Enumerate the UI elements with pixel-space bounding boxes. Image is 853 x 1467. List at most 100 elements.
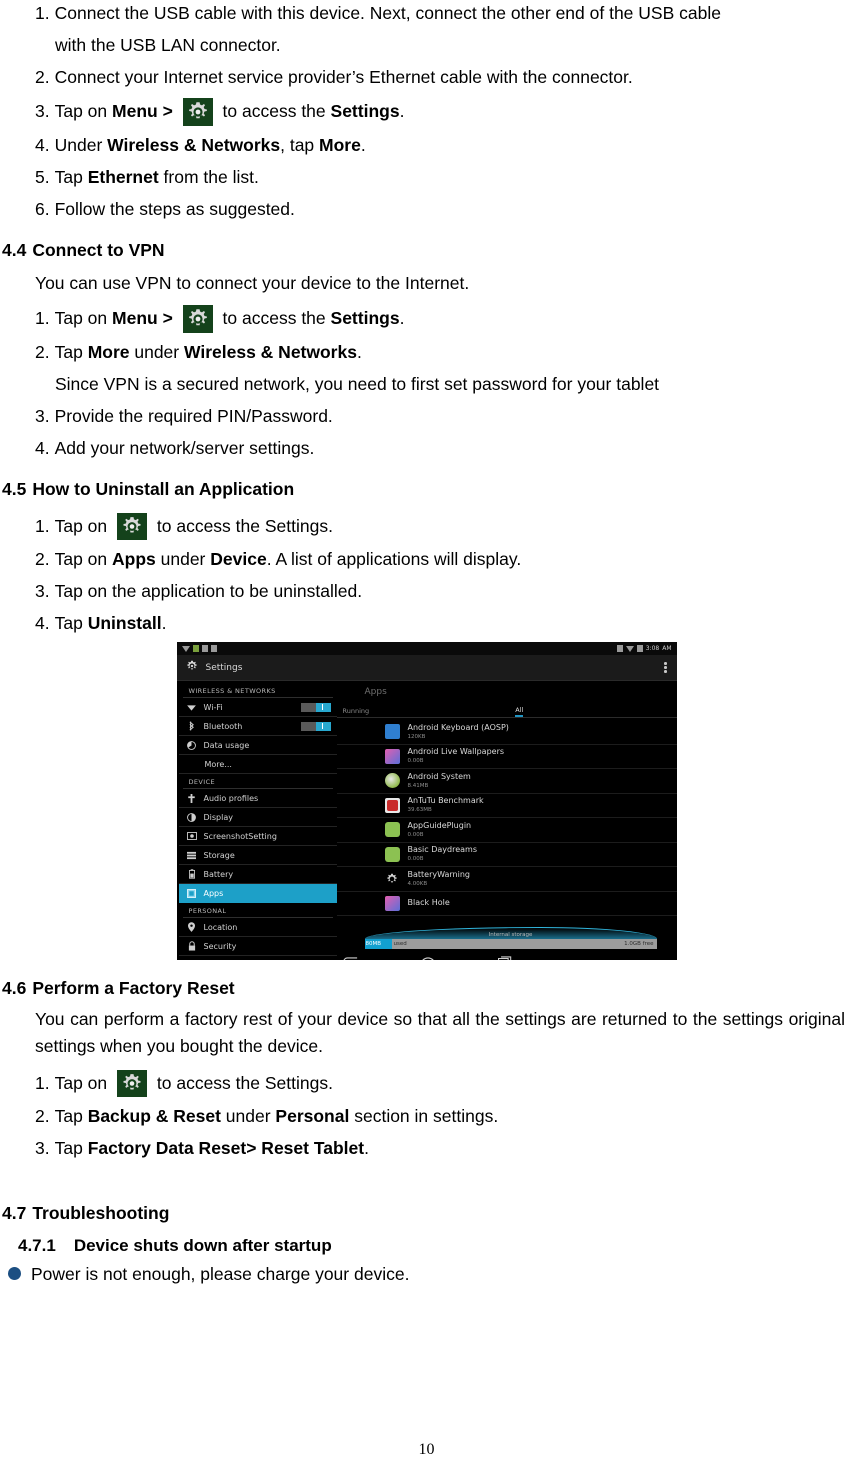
list-item-number: 1. xyxy=(35,516,50,536)
sidebar-item-more[interactable]: More... xyxy=(178,755,337,774)
section-4-4-note: Since VPN is a secured network, you need… xyxy=(55,374,660,394)
list-item[interactable]: Black Hole xyxy=(336,892,677,916)
wireless-networks-label: Wireless & Networks xyxy=(183,342,357,362)
more-label: More xyxy=(319,135,361,155)
list-item[interactable]: BatteryWarning 4.00KB xyxy=(336,867,677,892)
list-item: 1. Tap on to access the Settings. xyxy=(0,513,853,540)
step-end: . A list of applications will display. xyxy=(266,549,522,569)
app-name: Basic Daydreams xyxy=(407,845,478,855)
apps-panel-title: Apps xyxy=(364,687,387,697)
page-number: 10 xyxy=(418,1441,435,1458)
settings-sidebar: WIRELESS & NETWORKS Wi-Fi Bluetooth Data… xyxy=(176,681,337,956)
app-icon xyxy=(384,773,400,789)
sidebar-category-personal: PERSONAL xyxy=(182,903,333,918)
sidebar-item-storage[interactable]: Storage xyxy=(178,846,337,865)
sidebar-item-battery[interactable]: Battery xyxy=(178,865,337,884)
step-prefix: Tap xyxy=(54,342,88,362)
app-name: AnTuTu Benchmark xyxy=(407,796,484,806)
storage-meter: 80MB used 1.0GB free xyxy=(364,939,657,949)
sidebar-item-screenshot-setting[interactable]: ScreenshotSetting xyxy=(178,827,337,846)
battery-status-icon xyxy=(636,645,643,652)
list-item-number: 2. xyxy=(35,1106,50,1126)
sidebar-item-audio-profiles[interactable]: Audio profiles xyxy=(178,789,337,808)
sidebar-item-data-usage[interactable]: Data usage xyxy=(178,736,337,755)
app-icon xyxy=(384,846,400,862)
sidebar-item-wifi[interactable]: Wi-Fi xyxy=(178,698,337,717)
bluetooth-icon xyxy=(187,721,197,731)
list-item-number: 2. xyxy=(35,549,50,569)
android-settings-screenshot: 3:08 AM Settings WIRELESS & NETWORKS Wi-… xyxy=(176,642,677,960)
sidebar-item-bluetooth[interactable]: Bluetooth xyxy=(178,717,337,736)
list-item-text: Tap Backup & Reset under Personal sectio… xyxy=(55,1103,853,1129)
apps-label: Apps xyxy=(112,549,156,569)
alarm-icon xyxy=(616,645,623,652)
back-icon[interactable] xyxy=(342,952,358,960)
section-heading-4-6: 4.6 Perform a Factory Reset xyxy=(0,976,853,1000)
wifi-status-icon xyxy=(625,645,634,652)
app-icon xyxy=(384,748,400,764)
list-item[interactable]: Android System 8.41MB xyxy=(336,769,677,794)
list-item: 3. Provide the required PIN/Password. xyxy=(0,403,853,429)
list-item: 6. Follow the steps as suggested. xyxy=(0,196,853,222)
signal-icon xyxy=(210,645,217,652)
list-item[interactable]: Basic Daydreams 0.00B xyxy=(336,843,677,867)
list-item-number: 3. xyxy=(35,581,50,601)
list-item-text: Tap on to access the Settings. xyxy=(55,513,853,540)
list-item[interactable]: AnTuTu Benchmark 39.63MB xyxy=(336,794,677,818)
step-end: from the list. xyxy=(158,167,259,187)
list-item[interactable]: Android Live Wallpapers 0.00B xyxy=(336,745,677,769)
status-bar-left-icons xyxy=(181,645,217,652)
overflow-menu-icon[interactable] xyxy=(664,662,669,673)
sidebar-item-security[interactable]: Security xyxy=(178,937,337,956)
settings-label: Settings xyxy=(330,308,400,328)
step-end: section in settings. xyxy=(349,1106,499,1126)
step-end: . xyxy=(356,342,362,362)
step-prefix: Tap on xyxy=(54,101,113,121)
step-prefix: Tap xyxy=(54,167,88,187)
data-usage-icon xyxy=(187,740,197,750)
section-4-4-steps: 1. Tap on Menu > to access the Settings.… xyxy=(0,305,853,461)
list-item-number: 3. xyxy=(35,101,50,121)
list-item: 4. Tap Uninstall. xyxy=(0,610,853,636)
recents-icon[interactable] xyxy=(497,952,512,960)
subsection-heading-4-7-1: 4.7.1 Device shuts down after startup xyxy=(0,1234,853,1258)
sidebar-item-label: Data usage xyxy=(203,740,250,750)
sidebar-item-location[interactable]: Location xyxy=(178,918,337,937)
sidebar-item-label: More... xyxy=(204,759,232,769)
list-item-text: Tap More under Wireless & Networks. xyxy=(55,339,853,365)
list-item-text: Tap Uninstall. xyxy=(55,610,853,636)
section-4-6-steps: 1. Tap on to access the Settings. 2. Tap… xyxy=(0,1070,853,1161)
settings-body: WIRELESS & NETWORKS Wi-Fi Bluetooth Data… xyxy=(176,681,677,956)
list-item-text: Tap Factory Data Reset> Reset Tablet. xyxy=(55,1135,853,1161)
step-middle: , tap xyxy=(280,135,320,155)
bluetooth-toggle[interactable] xyxy=(300,721,331,731)
settings-gear-icon xyxy=(182,305,213,333)
section-heading-4-7: 4.7 Troubleshooting xyxy=(0,1201,853,1225)
wifi-toggle[interactable] xyxy=(300,702,331,712)
list-item-text: Tap on the application to be uninstalled… xyxy=(54,581,363,601)
home-icon[interactable] xyxy=(420,952,436,960)
section-title: How to Uninstall an Application xyxy=(32,479,295,499)
tab-all[interactable]: All xyxy=(515,706,524,717)
sidebar-item-label: Display xyxy=(203,812,234,822)
sidebar-item-display[interactable]: Display xyxy=(178,808,337,827)
list-item-number: 3. xyxy=(35,406,50,426)
app-size: 0.00B xyxy=(407,758,424,765)
list-item[interactable]: Android Keyboard (AOSP) 120KB xyxy=(336,720,677,745)
settings-gear-icon xyxy=(182,98,213,126)
app-size: 4.00KB xyxy=(407,880,428,887)
location-icon xyxy=(187,922,197,932)
tab-running[interactable]: Running xyxy=(343,707,370,717)
list-item: 1. Tap on to access the Settings. xyxy=(0,1070,853,1097)
more-label: More xyxy=(87,342,130,362)
status-bar-meridiem: AM xyxy=(662,645,672,652)
section-number: 4.5 xyxy=(2,479,27,499)
step-prefix: Tap xyxy=(54,1106,88,1126)
sidebar-item-apps[interactable]: Apps xyxy=(178,884,337,903)
app-name: Android Live Wallpapers xyxy=(407,747,505,757)
step-end: to access the Settings. xyxy=(152,1073,333,1093)
sidebar-category-wireless: WIRELESS & NETWORKS xyxy=(182,683,333,698)
list-item-text: Tap Ethernet from the list. xyxy=(55,164,853,190)
step-middle: under xyxy=(155,549,211,569)
list-item[interactable]: AppGuidePlugin 0.00B xyxy=(336,818,677,843)
